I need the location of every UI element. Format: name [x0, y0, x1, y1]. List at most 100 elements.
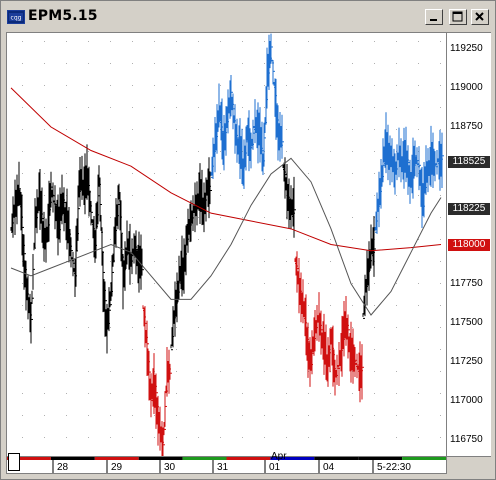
time-tick-label: 30	[164, 462, 176, 473]
grid-dot	[132, 217, 133, 218]
grid-dot	[352, 63, 353, 64]
grid-dot	[22, 437, 23, 438]
grid-dot	[440, 327, 441, 328]
time-tick-label: 5-22:30	[377, 462, 411, 473]
grid-dot	[132, 349, 133, 350]
grid-dot	[242, 107, 243, 108]
title-bar[interactable]: cqg EPM5.15	[2, 2, 494, 32]
grid-dot	[396, 415, 397, 416]
maximize-icon	[452, 11, 463, 22]
close-icon	[475, 12, 484, 21]
grid-dot	[242, 305, 243, 306]
grid-dot	[418, 107, 419, 108]
grid-dot	[88, 349, 89, 350]
grid-dot	[22, 151, 23, 152]
grid-dot	[396, 239, 397, 240]
grid-dot	[286, 85, 287, 86]
grid-dot	[198, 283, 199, 284]
price-chart	[10, 33, 444, 469]
grid-dot	[352, 107, 353, 108]
grid-dot	[44, 107, 45, 108]
grid-dot	[44, 129, 45, 130]
grid-dot	[330, 415, 331, 416]
grid-dot	[352, 393, 353, 394]
grid-dot	[66, 327, 67, 328]
grid-dot	[66, 283, 67, 284]
grid-dot	[352, 129, 353, 130]
grid-dot	[396, 63, 397, 64]
close-button[interactable]	[471, 9, 489, 25]
grid-dot	[242, 239, 243, 240]
grid-dot	[330, 151, 331, 152]
grid-dot	[44, 437, 45, 438]
grid-dot	[242, 349, 243, 350]
session-color-bar	[314, 457, 359, 460]
grid-dot	[198, 217, 199, 218]
grid-dot	[154, 415, 155, 416]
time-tick-label: 28	[57, 462, 69, 473]
grid-dot	[242, 283, 243, 284]
grid-dot	[418, 349, 419, 350]
grid-dot	[264, 217, 265, 218]
cqg-app-icon[interactable]: cqg	[7, 10, 25, 24]
grid-dot	[198, 349, 199, 350]
time-axis[interactable]: 28 29 30 31 01 04 5-22:30 Apr	[6, 451, 447, 474]
grid-dot	[330, 283, 331, 284]
grid-dot	[374, 415, 375, 416]
grid-dot	[440, 85, 441, 86]
grid-dot	[440, 63, 441, 64]
minimize-button[interactable]	[425, 9, 443, 25]
grid-dot	[110, 107, 111, 108]
grid-dot	[242, 261, 243, 262]
grid-dot	[198, 41, 199, 42]
session-color-bar	[226, 457, 271, 460]
grid-dot	[352, 41, 353, 42]
grid-dot	[198, 393, 199, 394]
grid-dot	[110, 415, 111, 416]
scroll-handle[interactable]	[8, 453, 20, 471]
grid-dot	[110, 239, 111, 240]
minimize-icon	[430, 19, 437, 21]
price-chart-area[interactable]	[6, 32, 447, 469]
grid-dot	[418, 41, 419, 42]
price-tick-label: 119000	[450, 81, 483, 93]
grid-dot	[44, 371, 45, 372]
grid-dot	[176, 173, 177, 174]
grid-dot	[110, 217, 111, 218]
grid-dot	[374, 41, 375, 42]
grid-dot	[418, 371, 419, 372]
grid-dot	[22, 173, 23, 174]
grid-dot	[286, 371, 287, 372]
grid-dot	[286, 349, 287, 350]
maximize-button[interactable]	[449, 9, 467, 25]
grid-dot	[264, 85, 265, 86]
grid-dot	[88, 63, 89, 64]
grid-dot	[110, 437, 111, 438]
price-axis[interactable]: 119250 119000 118750 117750 117500 117250 1170…	[447, 32, 491, 457]
grid-dot	[374, 151, 375, 152]
session-color-bar	[50, 457, 95, 460]
grid-dot	[110, 393, 111, 394]
grid-dot	[66, 437, 67, 438]
grid-dot	[66, 415, 67, 416]
grid-dot	[418, 305, 419, 306]
grid-dot	[176, 239, 177, 240]
price-tick-label: 117250	[450, 356, 483, 367]
grid-dot	[352, 305, 353, 306]
session-color-bar	[138, 457, 183, 460]
grid-dot	[220, 327, 221, 328]
price-tick-label: 117000	[450, 395, 483, 407]
grid-dot	[88, 371, 89, 372]
grid-dot	[154, 305, 155, 306]
grid-dot	[308, 393, 309, 394]
grid-dot	[286, 151, 287, 152]
grid-dot	[264, 41, 265, 42]
grid-dot	[396, 217, 397, 218]
grid-dot	[88, 393, 89, 394]
grid-dot	[352, 327, 353, 328]
grid-dot	[220, 283, 221, 284]
grid-dot	[132, 327, 133, 328]
grid-dot	[176, 217, 177, 218]
grid-dot	[110, 129, 111, 130]
grid-dot	[22, 283, 23, 284]
